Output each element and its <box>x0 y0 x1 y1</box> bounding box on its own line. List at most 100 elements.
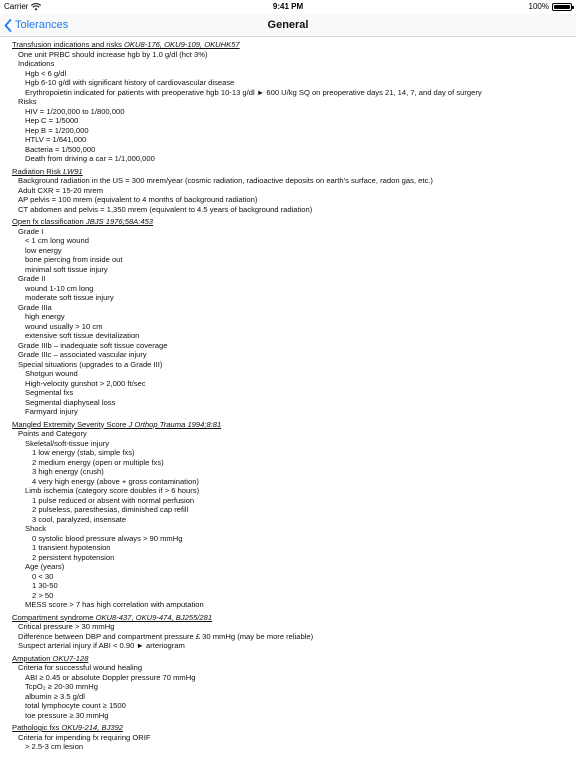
list-item: 0 systolic blood pressure always > 90 mm… <box>32 533 183 543</box>
list-item: Risks <box>18 97 37 106</box>
list-item: > 2.5-3 cm lesion <box>25 742 84 751</box>
list-item: wound 1-10 cm long <box>25 283 94 293</box>
section-reference: LW91 <box>63 166 83 176</box>
section-reference: OKU9-214, BJ392 <box>61 723 124 732</box>
list-item: Erythropoietin indicated for patients wi… <box>25 87 482 97</box>
battery-percent: 100% <box>528 2 549 11</box>
list-item: 2 pulseless, paresthesias, diminished ca… <box>32 505 189 514</box>
chevron-left-icon <box>4 18 12 32</box>
list-item: Critical pressure > 30 mmHg <box>18 622 115 631</box>
list-item: minimal soft tissue injury <box>25 264 108 274</box>
list-item: ABI ≥ 0.45 or absolute Doppler pressure … <box>25 672 196 682</box>
list-item: Suspect arterial injury if ABI < 0.90 ► … <box>18 641 185 650</box>
list-item: 1 transient hypotension <box>32 543 111 552</box>
list-item: albumin ≥ 3.5 g/dl <box>25 691 85 701</box>
battery-icon <box>552 3 574 11</box>
section-title-text: Amputation <box>12 653 51 663</box>
list-item: low energy <box>25 245 62 255</box>
back-button-label: Tolerances <box>15 19 69 31</box>
list-item: Limb ischemia (category score doubles if… <box>25 486 200 495</box>
list-item: High-velocity gunshot > 2,000 ft/sec <box>25 378 146 388</box>
list-item: Special situations (upgrades to a Grade … <box>18 359 163 369</box>
list-item: Background radiation in the US = 300 mre… <box>18 176 433 185</box>
section-title: Radiation Risk LW91 <box>12 167 568 177</box>
section-reference: J Orthop Trauma 1994;8:81 <box>128 419 222 429</box>
section: Pathologic fxs OKU9-214, BJ392 Criteria f… <box>12 723 568 755</box>
list-item: Criteria for successful wound healing <box>18 663 143 672</box>
section-reference: OKU7-128 <box>52 653 89 663</box>
list-item: Shock <box>25 524 47 533</box>
list-item: extensive soft tissue devitalization <box>25 331 140 340</box>
list-item: Hgb < 6 g/dl <box>25 68 67 78</box>
section-reference: JBJS 1976;58A:453 <box>85 217 154 226</box>
list-item: Indications <box>18 59 55 68</box>
list-item: Hgb 6-10 g/dl with significant history o… <box>25 78 235 87</box>
section-title: Pathologic fxs OKU9-214, BJ392 <box>12 723 568 733</box>
section-title-text: Pathologic fxs <box>12 723 60 732</box>
list-item: Bacteria = 1/500,000 <box>25 144 96 154</box>
section-title-text: Transfusion indications and risks <box>12 40 122 49</box>
section-title: Mangled Extremity Severity Score J Ortho… <box>12 420 568 430</box>
list-item: 3 high energy (crush) <box>32 467 104 476</box>
section: Mangled Extremity Severity Score J Ortho… <box>12 420 568 613</box>
list-item: 3 cool, paralyzed, insensate <box>32 514 127 524</box>
list-item: wound usually > 10 cm <box>25 321 103 331</box>
section: Compartment syndrome OKU8-437, OKU9-474,… <box>12 613 568 654</box>
list-item: 2 persistent hypotension <box>32 552 115 562</box>
list-item: Grade II <box>18 274 46 283</box>
section-title: Open fx classification JBJS 1976;58A:453 <box>12 217 568 227</box>
list-item: Adult CXR = 15-20 mrem <box>18 185 104 195</box>
section-reference: OKU8-437, OKU9-474, BJ255/281 <box>95 612 213 622</box>
list-item: TcpO₂ ≥ 20-30 mmHg <box>25 682 98 691</box>
list-item: high energy <box>25 312 65 321</box>
battery-indicator: 100% <box>528 0 574 14</box>
section: Amputation OKU7-128 Criteria for successf… <box>12 654 568 724</box>
list-item: bone piercing from inside out <box>25 255 123 264</box>
status-bar: Carrier 9:41 PM 100% <box>0 0 576 14</box>
list-item: total lymphocyte count ≥ 1500 <box>25 701 126 710</box>
list-item: Shotgun wound <box>25 369 78 378</box>
list-item: One unit PRBC should increase hgb by 1.0… <box>18 49 208 59</box>
section-title: Transfusion indications and risks OKU8-1… <box>12 40 568 50</box>
section-title-text: Open fx classification <box>12 217 84 226</box>
page-title: General <box>267 19 309 31</box>
section-title: Compartment syndrome OKU8-437, OKU9-474,… <box>12 613 568 623</box>
list-item: 4 very high energy (above + gross contam… <box>32 476 199 486</box>
list-item: Farmyard injury <box>25 407 78 416</box>
list-item: Age (years) <box>25 562 65 571</box>
list-item: Segmental fxs <box>25 388 74 397</box>
list-item: Difference between DBP and compartment p… <box>18 631 314 641</box>
list-item: toe pressure ≥ 30 mmHg <box>25 710 109 720</box>
list-item: moderate soft tissue injury <box>25 293 114 302</box>
list-item: Skeletal/soft-tissue injury <box>25 438 109 448</box>
list-item: Grade IIIb – inadequate soft tissue cove… <box>18 340 168 350</box>
list-item: Points and Category <box>18 429 87 438</box>
section-reference: OKU8-176, OKU9-109, OKUHK57 <box>124 40 240 49</box>
section: Radiation Risk LW91 Background radiation … <box>12 167 568 218</box>
list-item: Grade I <box>18 226 44 236</box>
list-item: 0 < 30 <box>32 571 54 581</box>
list-item: 2 medium energy (open or multiple fxs) <box>32 457 164 467</box>
section: Open fx classification JBJS 1976;58A:453… <box>12 217 568 420</box>
list-item: 1 pulse reduced or absent with normal pe… <box>32 495 195 505</box>
section-title: Amputation OKU7-128 <box>12 654 568 664</box>
document-content: Transfusion indications and risks OKU8-1… <box>12 40 568 755</box>
list-item: Grade IIIa <box>18 302 52 312</box>
list-item: Death from driving a car = 1/1,000,000 <box>25 154 155 163</box>
list-item: HIV = 1/200,000 to 1/800,000 <box>25 106 125 116</box>
section-title-text: Compartment syndrome <box>12 612 94 622</box>
section: Transfusion indications and risks OKU8-1… <box>12 40 568 167</box>
list-item: Criteria for impending fx requiring ORIF <box>18 732 151 742</box>
list-item: AP pelvis = 100 mrem (equivalent to 4 mo… <box>18 195 258 204</box>
list-item: HTLV = 1/641,000 <box>25 135 87 144</box>
list-item: CT abdomen and pelvis = 1,350 mrem (equi… <box>18 204 313 214</box>
section-title-text: Mangled Extremity Severity Score <box>12 419 127 429</box>
list-item: 2 > 50 <box>32 590 54 600</box>
section-title-text: Radiation Risk <box>12 166 61 176</box>
list-item: Hep C = 1/5000 <box>25 116 79 125</box>
back-button[interactable]: Tolerances <box>4 15 68 35</box>
list-item: < 1 cm long wound <box>25 236 89 245</box>
list-item: 1 30-50 <box>32 581 58 590</box>
list-item: MESS score > 7 has high correlation with… <box>25 600 204 609</box>
status-time: 9:41 PM <box>272 2 304 11</box>
